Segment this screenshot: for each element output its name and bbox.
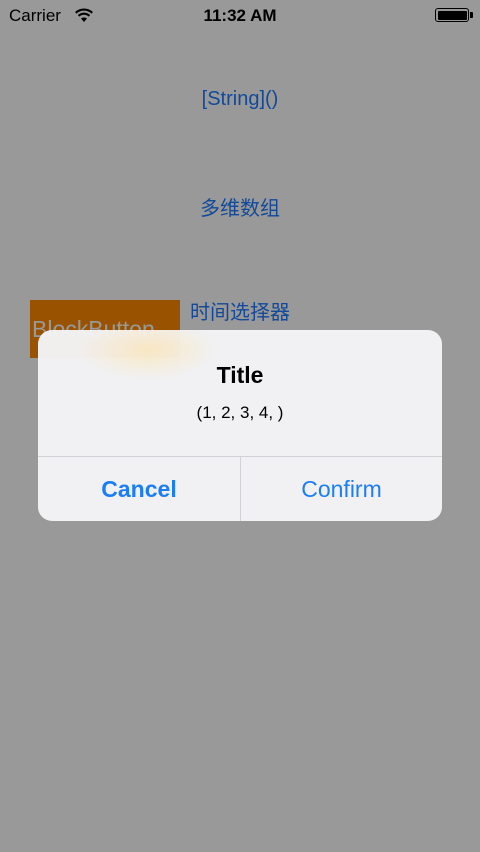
cancel-button[interactable]: Cancel — [38, 457, 240, 521]
alert-dialog: Title (1, 2, 3, 4, ) Cancel Confirm — [38, 330, 442, 521]
alert-message: (1, 2, 3, 4, ) — [196, 403, 284, 422]
alert-title: Title — [216, 362, 264, 388]
confirm-button[interactable]: Confirm — [241, 457, 442, 521]
